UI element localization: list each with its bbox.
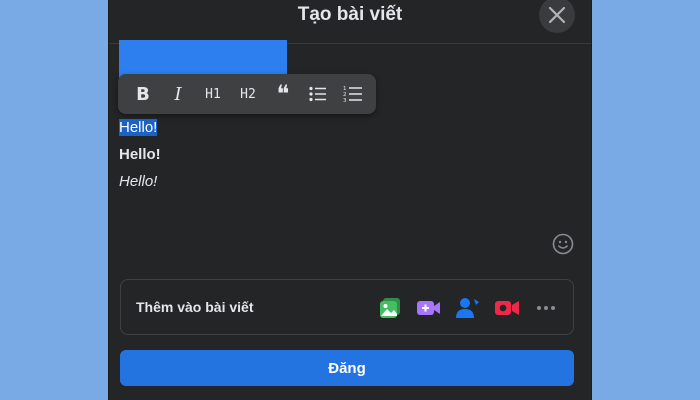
- bulleted-list-icon: [309, 86, 326, 102]
- close-button[interactable]: [539, 0, 575, 33]
- post-button[interactable]: Đăng: [120, 350, 574, 386]
- selection-highlight-block: [119, 40, 287, 78]
- editor-line-selected[interactable]: Hello!: [119, 119, 569, 146]
- bold-icon: B: [136, 83, 150, 105]
- heading-1-button[interactable]: H1: [198, 80, 228, 108]
- close-icon: [548, 6, 566, 24]
- tag-people-button[interactable]: [455, 295, 481, 321]
- dialog-title: Tạo bài viết: [297, 4, 403, 25]
- video-camera-icon: [495, 301, 519, 315]
- quote-icon: ❝: [276, 80, 290, 108]
- emoji-button[interactable]: [552, 233, 574, 255]
- editor-line-bold[interactable]: Hello!: [119, 146, 569, 173]
- live-video-button[interactable]: [416, 295, 442, 321]
- numbered-list-icon: 1 2 3: [343, 86, 362, 103]
- photo-video-icon: [380, 298, 400, 318]
- italic-text: Hello!: [119, 173, 158, 190]
- dialog-header: Tạo bài viết: [109, 0, 591, 44]
- heading-2-button[interactable]: H2: [233, 80, 263, 108]
- live-video-icon: [417, 301, 440, 315]
- photo-video-button[interactable]: [377, 295, 403, 321]
- tag-people-icon: [456, 298, 479, 318]
- numbered-list-button[interactable]: 1 2 3: [338, 80, 368, 108]
- emoji-icon: [552, 233, 574, 255]
- more-options-button[interactable]: [533, 295, 559, 321]
- bold-button[interactable]: B: [128, 80, 158, 108]
- add-to-post-box: Thêm vào bài viết: [120, 279, 574, 335]
- heading-1-icon: H1: [205, 86, 221, 102]
- create-post-dialog: Tạo bài viết B I H1 H2 ❝ 1 2 3 Hello! He…: [108, 0, 592, 400]
- video-camera-button[interactable]: [494, 295, 520, 321]
- svg-text:3: 3: [343, 98, 347, 103]
- quote-button[interactable]: ❝: [268, 80, 298, 108]
- add-to-post-label: Thêm vào bài viết: [136, 299, 254, 315]
- post-editor[interactable]: Hello! Hello! Hello!: [119, 119, 569, 200]
- bold-text: Hello!: [119, 146, 161, 163]
- formatting-toolbar: B I H1 H2 ❝ 1 2 3: [118, 74, 376, 114]
- italic-icon: I: [174, 83, 182, 105]
- more-icon: [537, 306, 555, 310]
- heading-2-icon: H2: [240, 86, 256, 102]
- bulleted-list-button[interactable]: [303, 80, 333, 108]
- selected-text: Hello!: [119, 119, 158, 136]
- editor-line-italic[interactable]: Hello!: [119, 173, 569, 200]
- italic-button[interactable]: I: [163, 80, 193, 108]
